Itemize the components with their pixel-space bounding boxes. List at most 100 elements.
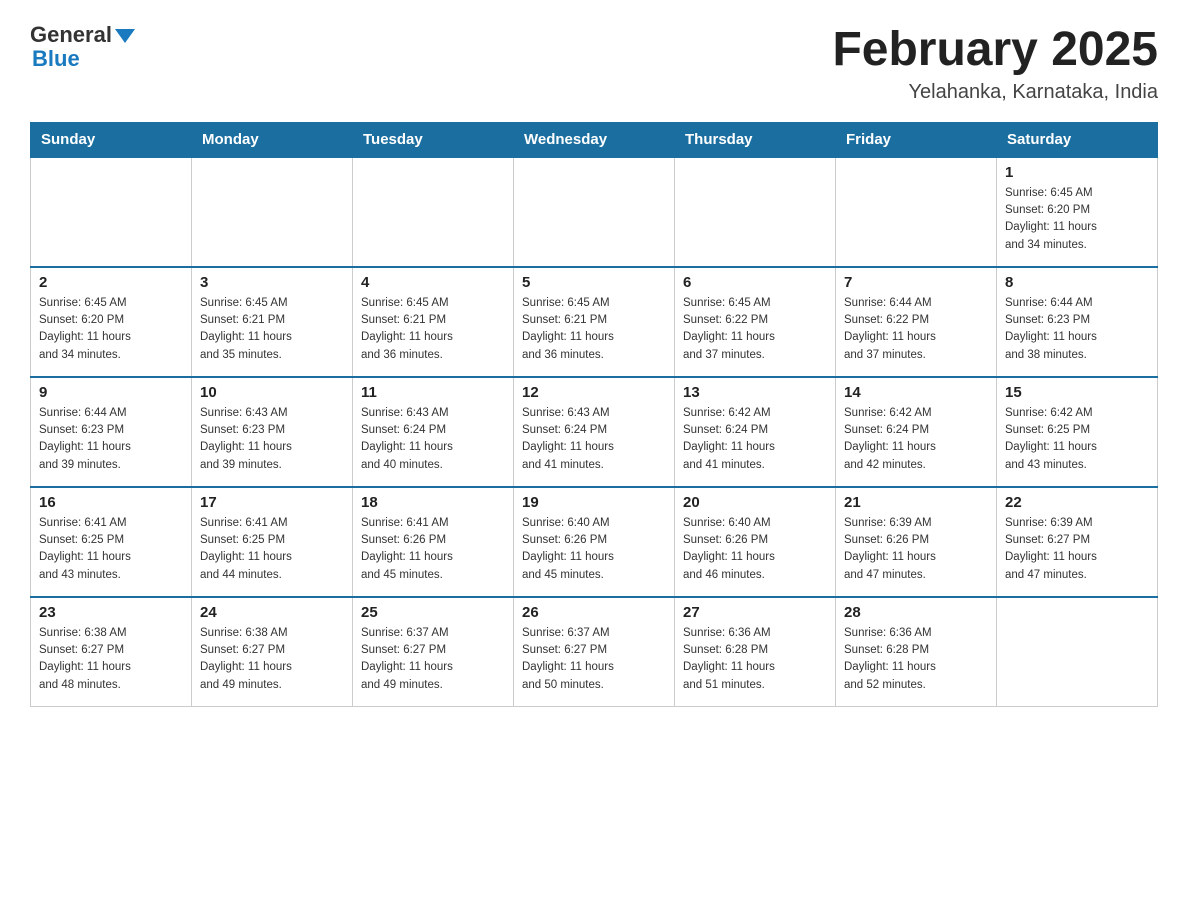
day-number: 19: [522, 494, 666, 511]
day-number: 28: [844, 604, 988, 621]
day-info: Sunrise: 6:43 AM Sunset: 6:24 PM Dayligh…: [361, 405, 505, 474]
day-info: Sunrise: 6:40 AM Sunset: 6:26 PM Dayligh…: [522, 515, 666, 584]
day-info: Sunrise: 6:38 AM Sunset: 6:27 PM Dayligh…: [39, 625, 183, 694]
day-info: Sunrise: 6:45 AM Sunset: 6:21 PM Dayligh…: [200, 295, 344, 364]
day-number: 8: [1005, 274, 1149, 291]
calendar-cell: 23Sunrise: 6:38 AM Sunset: 6:27 PM Dayli…: [31, 597, 192, 707]
calendar-cell: 20 Sunrise: 6:40 AM Sunset: 6:26 PM Dayli…: [675, 487, 836, 597]
calendar-cell: 21 Sunrise: 6:39 AM Sunset: 6:26 PM Dayli…: [836, 487, 997, 597]
day-number: 6: [683, 274, 827, 291]
logo-arrow-icon: [115, 29, 135, 43]
title-block: February 2025 Yelahanka, Karnataka, Indi…: [832, 24, 1158, 104]
calendar-cell: 10Sunrise: 6:43 AM Sunset: 6:23 PM Dayli…: [192, 377, 353, 487]
day-number: 17: [200, 494, 344, 511]
weekday-header-thursday: Thursday: [675, 122, 836, 157]
calendar-cell: 28 Sunrise: 6:36 AM Sunset: 6:28 PM Dayli…: [836, 597, 997, 707]
day-info: Sunrise: 6:42 AM Sunset: 6:24 PM Dayligh…: [844, 405, 988, 474]
day-info: Sunrise: 6:45 AM Sunset: 6:20 PM Dayligh…: [39, 295, 183, 364]
day-info: Sunrise: 6:41 AM Sunset: 6:25 PM Dayligh…: [39, 515, 183, 584]
day-info: Sunrise: 6:40 AM Sunset: 6:26 PM Dayligh…: [683, 515, 827, 584]
weekday-header-friday: Friday: [836, 122, 997, 157]
day-info: Sunrise: 6:44 AM Sunset: 6:23 PM Dayligh…: [39, 405, 183, 474]
calendar-week-row: 1Sunrise: 6:45 AM Sunset: 6:20 PM Daylig…: [31, 157, 1158, 267]
day-number: 3: [200, 274, 344, 291]
day-info: Sunrise: 6:37 AM Sunset: 6:27 PM Dayligh…: [361, 625, 505, 694]
calendar-cell: 5Sunrise: 6:45 AM Sunset: 6:21 PM Daylig…: [514, 267, 675, 377]
day-info: Sunrise: 6:38 AM Sunset: 6:27 PM Dayligh…: [200, 625, 344, 694]
day-number: 1: [1005, 164, 1149, 181]
day-info: Sunrise: 6:37 AM Sunset: 6:27 PM Dayligh…: [522, 625, 666, 694]
weekday-header-row: SundayMondayTuesdayWednesdayThursdayFrid…: [31, 122, 1158, 157]
calendar-cell: [997, 597, 1158, 707]
day-info: Sunrise: 6:39 AM Sunset: 6:26 PM Dayligh…: [844, 515, 988, 584]
calendar-cell: 27Sunrise: 6:36 AM Sunset: 6:28 PM Dayli…: [675, 597, 836, 707]
day-info: Sunrise: 6:45 AM Sunset: 6:22 PM Dayligh…: [683, 295, 827, 364]
day-number: 18: [361, 494, 505, 511]
day-info: Sunrise: 6:39 AM Sunset: 6:27 PM Dayligh…: [1005, 515, 1149, 584]
calendar-cell: [31, 157, 192, 267]
calendar-week-row: 23Sunrise: 6:38 AM Sunset: 6:27 PM Dayli…: [31, 597, 1158, 707]
logo-general: General: [30, 24, 112, 46]
calendar-cell: 4 Sunrise: 6:45 AM Sunset: 6:21 PM Daylig…: [353, 267, 514, 377]
day-info: Sunrise: 6:42 AM Sunset: 6:24 PM Dayligh…: [683, 405, 827, 474]
calendar-cell: 1Sunrise: 6:45 AM Sunset: 6:20 PM Daylig…: [997, 157, 1158, 267]
day-number: 15: [1005, 384, 1149, 401]
day-info: Sunrise: 6:45 AM Sunset: 6:21 PM Dayligh…: [361, 295, 505, 364]
calendar-week-row: 2 Sunrise: 6:45 AM Sunset: 6:20 PM Daylig…: [31, 267, 1158, 377]
day-info: Sunrise: 6:44 AM Sunset: 6:22 PM Dayligh…: [844, 295, 988, 364]
calendar-table: SundayMondayTuesdayWednesdayThursdayFrid…: [30, 122, 1158, 708]
day-number: 16: [39, 494, 183, 511]
day-info: Sunrise: 6:45 AM Sunset: 6:21 PM Dayligh…: [522, 295, 666, 364]
day-info: Sunrise: 6:41 AM Sunset: 6:25 PM Dayligh…: [200, 515, 344, 584]
calendar-title: February 2025: [832, 24, 1158, 77]
calendar-week-row: 16 Sunrise: 6:41 AM Sunset: 6:25 PM Dayli…: [31, 487, 1158, 597]
calendar-cell: 2 Sunrise: 6:45 AM Sunset: 6:20 PM Daylig…: [31, 267, 192, 377]
calendar-cell: [675, 157, 836, 267]
day-number: 22: [1005, 494, 1149, 511]
weekday-header-saturday: Saturday: [997, 122, 1158, 157]
weekday-header-tuesday: Tuesday: [353, 122, 514, 157]
calendar-body: 1 Sunrise: 6:45 AM Sunset: 6:20 PM Daylig…: [31, 157, 1158, 707]
day-number: 20: [683, 494, 827, 511]
day-info: Sunrise: 6:41 AM Sunset: 6:26 PM Dayligh…: [361, 515, 505, 584]
calendar-cell: 8 Sunrise: 6:44 AM Sunset: 6:23 PM Daylig…: [997, 267, 1158, 377]
day-number: 12: [522, 384, 666, 401]
logo-blue: Blue: [32, 46, 80, 72]
day-number: 2: [39, 274, 183, 291]
calendar-subtitle: Yelahanka, Karnataka, India: [832, 81, 1158, 104]
calendar-cell: [514, 157, 675, 267]
calendar-cell: 24 Sunrise: 6:38 AM Sunset: 6:27 PM Dayli…: [192, 597, 353, 707]
calendar-cell: 19 Sunrise: 6:40 AM Sunset: 6:26 PM Dayli…: [514, 487, 675, 597]
day-number: 9: [39, 384, 183, 401]
calendar-header: SundayMondayTuesdayWednesdayThursdayFrid…: [31, 122, 1158, 157]
calendar-cell: 9 Sunrise: 6:44 AM Sunset: 6:23 PM Daylig…: [31, 377, 192, 487]
day-number: 26: [522, 604, 666, 621]
day-number: 24: [200, 604, 344, 621]
day-number: 13: [683, 384, 827, 401]
calendar-cell: 25 Sunrise: 6:37 AM Sunset: 6:27 PM Dayli…: [353, 597, 514, 707]
weekday-header-wednesday: Wednesday: [514, 122, 675, 157]
day-number: 10: [200, 384, 344, 401]
calendar-cell: 6 Sunrise: 6:45 AM Sunset: 6:22 PM Daylig…: [675, 267, 836, 377]
page-header: General Blue February 2025 Yelahanka, Ka…: [30, 24, 1158, 104]
calendar-cell: 16 Sunrise: 6:41 AM Sunset: 6:25 PM Dayli…: [31, 487, 192, 597]
day-info: Sunrise: 6:36 AM Sunset: 6:28 PM Dayligh…: [844, 625, 988, 694]
calendar-cell: [836, 157, 997, 267]
calendar-cell: 13 Sunrise: 6:42 AM Sunset: 6:24 PM Dayli…: [675, 377, 836, 487]
logo: General Blue: [30, 24, 135, 72]
calendar-cell: [192, 157, 353, 267]
day-number: 21: [844, 494, 988, 511]
day-number: 25: [361, 604, 505, 621]
calendar-cell: 12 Sunrise: 6:43 AM Sunset: 6:24 PM Dayli…: [514, 377, 675, 487]
day-info: Sunrise: 6:36 AM Sunset: 6:28 PM Dayligh…: [683, 625, 827, 694]
day-info: Sunrise: 6:43 AM Sunset: 6:24 PM Dayligh…: [522, 405, 666, 474]
day-info: Sunrise: 6:44 AM Sunset: 6:23 PM Dayligh…: [1005, 295, 1149, 364]
day-number: 7: [844, 274, 988, 291]
calendar-cell: 15Sunrise: 6:42 AM Sunset: 6:25 PM Dayli…: [997, 377, 1158, 487]
calendar-cell: 17 Sunrise: 6:41 AM Sunset: 6:25 PM Dayli…: [192, 487, 353, 597]
day-number: 4: [361, 274, 505, 291]
day-number: 11: [361, 384, 505, 401]
calendar-cell: [353, 157, 514, 267]
calendar-cell: 7 Sunrise: 6:44 AM Sunset: 6:22 PM Daylig…: [836, 267, 997, 377]
calendar-week-row: 9 Sunrise: 6:44 AM Sunset: 6:23 PM Daylig…: [31, 377, 1158, 487]
